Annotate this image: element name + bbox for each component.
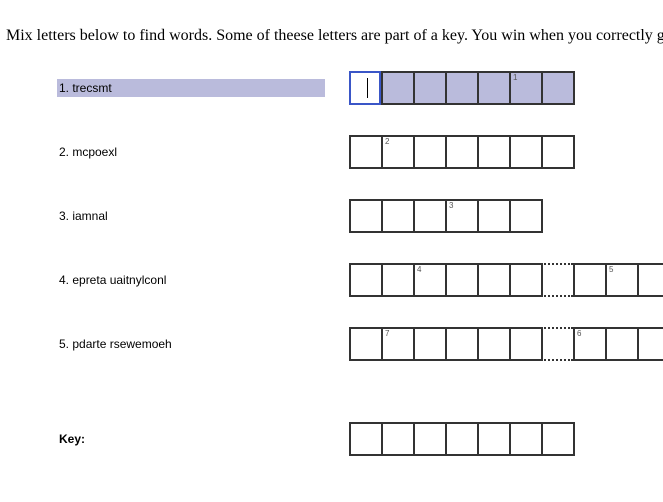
key-index-number: 5 (609, 265, 614, 274)
answer-letter-cell[interactable]: 4 (413, 263, 445, 297)
answer-letter-cell[interactable] (477, 71, 509, 105)
key-letter-cell[interactable] (477, 422, 509, 456)
puzzle-clue[interactable]: 1. trecsmt (57, 79, 325, 97)
answer-letter-cell[interactable] (509, 199, 543, 233)
answer-letter-cell[interactable]: 2 (381, 135, 413, 169)
answer-letter-cell[interactable] (445, 327, 477, 361)
key-letter-cell[interactable] (445, 422, 477, 456)
puzzle-row: 3. iamnal 3 (0, 199, 663, 233)
answer-letter-cell[interactable] (381, 199, 413, 233)
answer-cells: 1 (349, 71, 575, 105)
word-space (541, 327, 573, 361)
key-index-number: 2 (385, 137, 390, 146)
key-label: Key: (59, 432, 86, 446)
word-space (541, 263, 573, 297)
answer-letter-cell[interactable] (349, 199, 381, 233)
key-letter-cell[interactable] (381, 422, 413, 456)
puzzle-row: 5. pdarte rsewemoeh 7 6 (0, 327, 663, 361)
answer-letter-cell[interactable]: 3 (445, 199, 477, 233)
puzzle-row: 2. mcpoexl 2 (0, 135, 663, 169)
answer-letter-cell[interactable] (413, 71, 445, 105)
answer-letter-cell[interactable] (509, 327, 541, 361)
answer-cells: 2 (349, 135, 575, 169)
answer-letter-cell[interactable]: 5 (605, 263, 637, 297)
answer-letter-cell[interactable] (413, 327, 445, 361)
answer-letter-cell[interactable] (349, 263, 381, 297)
answer-letter-cell[interactable] (381, 263, 413, 297)
answer-letter-cell[interactable] (509, 135, 541, 169)
instructions-text: Mix letters below to find words. Some of… (6, 27, 663, 44)
answer-letter-cell[interactable] (637, 263, 663, 297)
puzzle-clue[interactable]: 5. pdarte rsewemoeh (57, 335, 325, 353)
answer-cells: 45 (349, 263, 663, 297)
answer-letter-cell[interactable] (477, 327, 509, 361)
answer-letter-cell[interactable] (445, 263, 477, 297)
key-index-number: 4 (417, 265, 422, 274)
key-cells (349, 422, 575, 456)
puzzle-clue[interactable]: 4. epreta uaitnylconl (57, 271, 325, 289)
answer-cells: 76 (349, 327, 663, 361)
answer-letter-cell[interactable]: 1 (509, 71, 541, 105)
answer-letter-cell[interactable] (541, 71, 575, 105)
answer-letter-cell[interactable] (541, 135, 575, 169)
puzzle-clue[interactable]: 2. mcpoexl (57, 143, 325, 161)
key-index-number: 7 (385, 329, 390, 338)
answer-letter-cell[interactable] (509, 263, 541, 297)
puzzle-clue[interactable]: 3. iamnal (57, 207, 325, 225)
puzzle-row: 4. epreta uaitnylconl 4 5 (0, 263, 663, 297)
answer-letter-cell[interactable] (349, 327, 381, 361)
answer-letter-cell[interactable] (381, 71, 413, 105)
key-index-number: 6 (577, 329, 582, 338)
answer-letter-cell[interactable] (445, 135, 477, 169)
answer-letter-cell[interactable]: 6 (573, 327, 605, 361)
answer-letter-cell[interactable] (573, 263, 605, 297)
key-index-number: 3 (449, 201, 454, 210)
key-letter-cell[interactable] (541, 422, 575, 456)
answer-letter-cell[interactable]: 7 (381, 327, 413, 361)
answer-letter-cell[interactable] (349, 71, 381, 105)
answer-cells: 3 (349, 199, 543, 233)
key-row: Key: (0, 422, 663, 456)
answer-letter-cell[interactable] (637, 327, 663, 361)
key-letter-cell[interactable] (509, 422, 541, 456)
answer-letter-cell[interactable] (477, 263, 509, 297)
answer-letter-cell[interactable] (477, 135, 509, 169)
puzzle-row: 1. trecsmt 1 (0, 71, 663, 105)
answer-letter-cell[interactable] (477, 199, 509, 233)
key-letter-cell[interactable] (413, 422, 445, 456)
answer-letter-cell[interactable] (413, 135, 445, 169)
answer-letter-cell[interactable] (445, 71, 477, 105)
key-letter-cell[interactable] (349, 422, 381, 456)
answer-letter-cell[interactable] (605, 327, 637, 361)
key-index-number: 1 (513, 73, 518, 82)
answer-letter-cell[interactable] (413, 199, 445, 233)
answer-letter-cell[interactable] (349, 135, 381, 169)
